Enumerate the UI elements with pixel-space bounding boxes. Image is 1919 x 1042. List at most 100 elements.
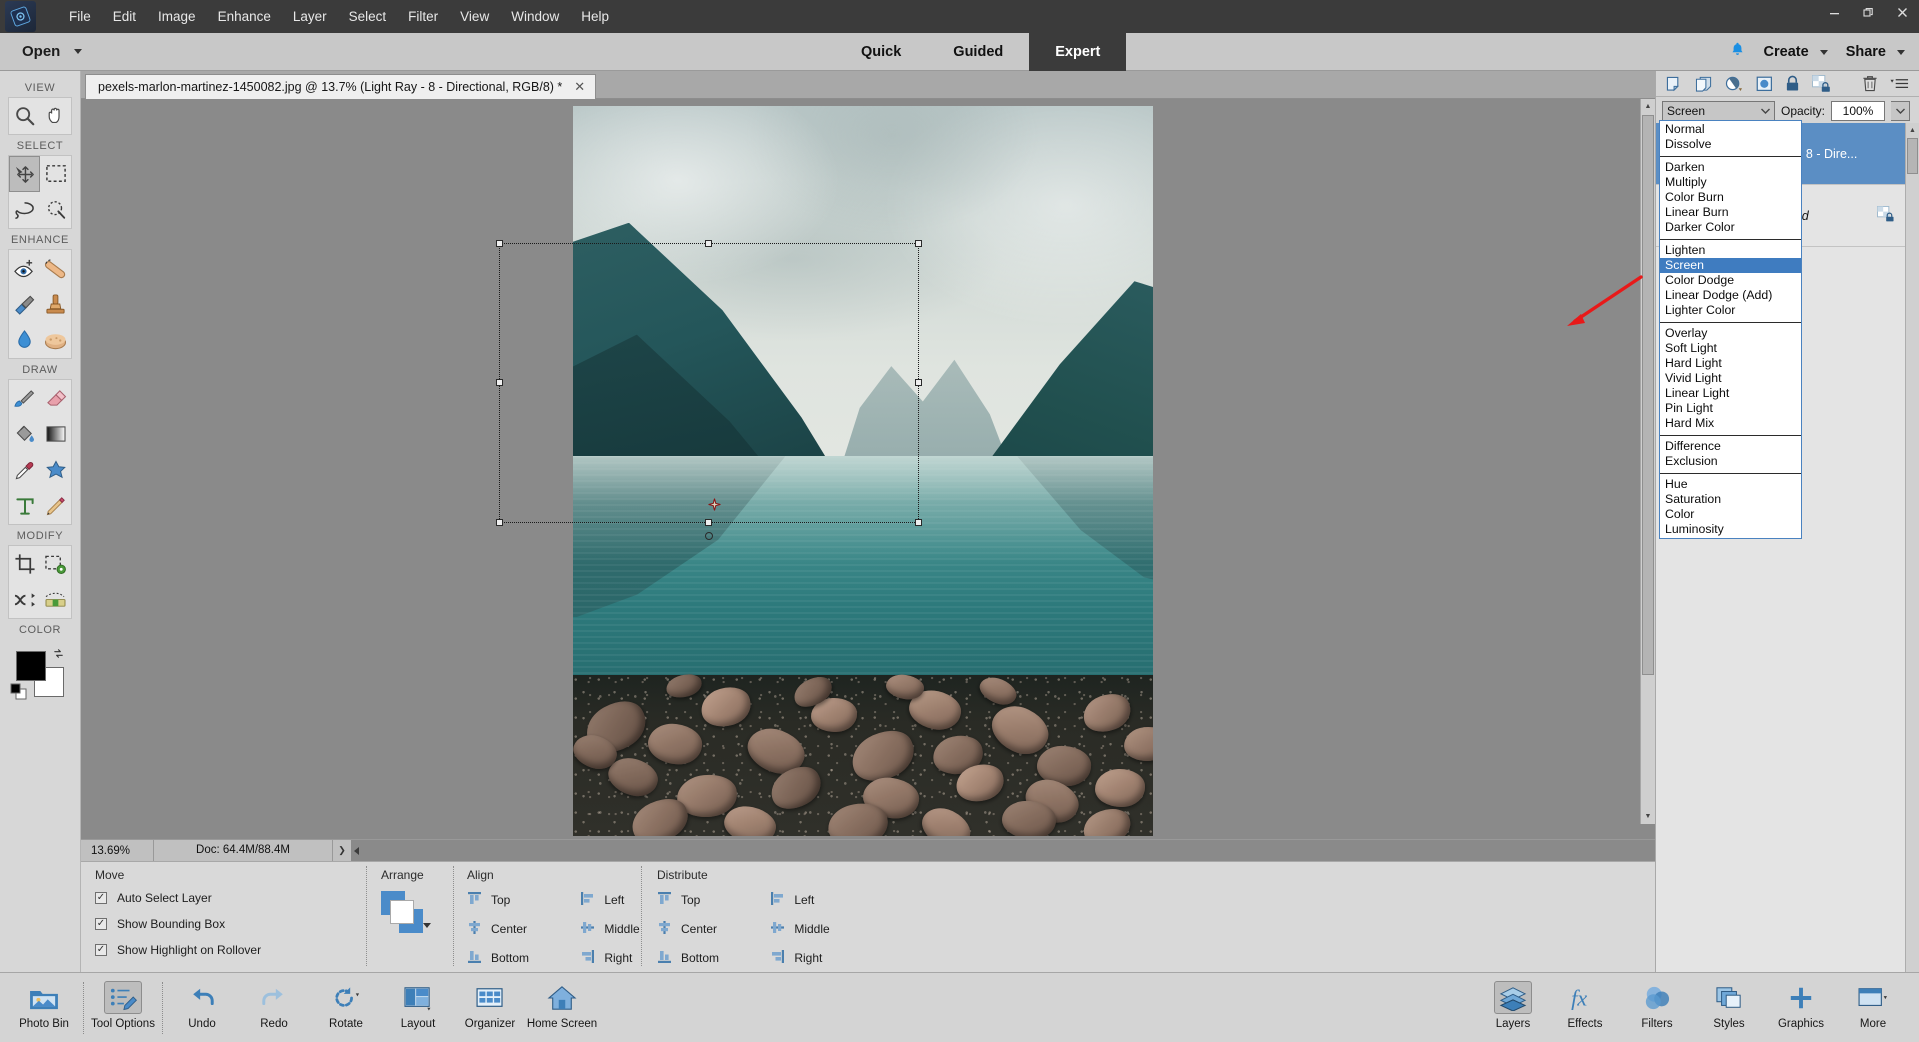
- menu-select[interactable]: Select: [338, 5, 398, 28]
- bell-icon[interactable]: [1729, 41, 1746, 63]
- distribute-center[interactable]: Center: [657, 920, 736, 938]
- clone-stamp-tool[interactable]: [40, 286, 71, 322]
- blend-mode-option-overlay[interactable]: Overlay: [1660, 326, 1801, 341]
- blend-mode-option-linear-dodge-add[interactable]: Linear Dodge (Add): [1660, 288, 1801, 303]
- blend-mode-option-multiply[interactable]: Multiply: [1660, 175, 1801, 190]
- create-button[interactable]: Create: [1764, 44, 1828, 60]
- taskbar-more-button[interactable]: More: [1837, 976, 1909, 1039]
- brush-tool[interactable]: [9, 380, 40, 416]
- layers-scrollbar[interactable]: ▲: [1905, 123, 1919, 972]
- eraser-tool[interactable]: [40, 380, 71, 416]
- red-eye-removal-tool[interactable]: [9, 250, 40, 286]
- taskbar-home-screen-button[interactable]: Home Screen: [526, 976, 598, 1039]
- delete-layer-icon[interactable]: [1862, 75, 1878, 92]
- blend-mode-option-difference[interactable]: Difference: [1660, 439, 1801, 454]
- color-picker-tool[interactable]: [9, 452, 40, 488]
- blend-mode-option-dissolve[interactable]: Dissolve: [1660, 137, 1801, 152]
- open-button[interactable]: Open: [22, 43, 83, 60]
- scroll-down-arrow[interactable]: ▼: [1641, 809, 1655, 824]
- opacity-input[interactable]: 100%: [1831, 101, 1886, 121]
- taskbar-organizer-button[interactable]: Organizer: [454, 976, 526, 1039]
- chevron-down-icon[interactable]: [1757, 103, 1773, 119]
- distribute-right[interactable]: Right: [770, 949, 847, 967]
- lasso-tool[interactable]: [9, 192, 40, 228]
- pencil-tool[interactable]: [40, 488, 71, 524]
- panel-menu-icon[interactable]: [1890, 78, 1909, 90]
- blend-mode-select[interactable]: Screen: [1662, 101, 1775, 121]
- taskbar-rotate-button[interactable]: Rotate: [310, 976, 382, 1039]
- share-button[interactable]: Share: [1846, 44, 1905, 60]
- blend-mode-option-lighter-color[interactable]: Lighter Color: [1660, 303, 1801, 318]
- menu-view[interactable]: View: [449, 5, 500, 28]
- checkbox-row[interactable]: ✓ Auto Select Layer: [95, 891, 315, 905]
- layers-scroll-up[interactable]: ▲: [1906, 123, 1919, 138]
- straighten-tool[interactable]: [40, 582, 71, 618]
- restore-button[interactable]: [1851, 0, 1885, 25]
- blend-mode-option-darker-color[interactable]: Darker Color: [1660, 220, 1801, 235]
- status-expand-icon[interactable]: ❯: [333, 845, 351, 856]
- content-aware-move-tool[interactable]: [9, 582, 40, 618]
- align-bottom[interactable]: Bottom: [467, 949, 546, 967]
- taskbar-undo-button[interactable]: Undo: [166, 976, 238, 1039]
- blur-tool[interactable]: [9, 322, 40, 358]
- sponge-tool[interactable]: [40, 322, 71, 358]
- scroll-thumb[interactable]: [1642, 115, 1654, 675]
- lock-all-icon[interactable]: [1785, 75, 1800, 92]
- gradient-tool[interactable]: [40, 416, 71, 452]
- blend-mode-option-linear-light[interactable]: Linear Light: [1660, 386, 1801, 401]
- blend-mode-option-saturation[interactable]: Saturation: [1660, 492, 1801, 507]
- menu-window[interactable]: Window: [500, 5, 570, 28]
- foreground-color-swatch[interactable]: [16, 651, 46, 681]
- checkbox-show-bounding-box[interactable]: ✓: [95, 918, 107, 930]
- checkbox-auto-select-layer[interactable]: ✓: [95, 892, 107, 904]
- taskbar-layers-button[interactable]: Layers: [1477, 976, 1549, 1039]
- checkbox-show-highlight-on-rollover[interactable]: ✓: [95, 944, 107, 956]
- distribute-left[interactable]: Left: [770, 891, 847, 909]
- distribute-top[interactable]: Top: [657, 891, 736, 909]
- distribute-bottom[interactable]: Bottom: [657, 949, 736, 967]
- taskbar-filters-button[interactable]: Filters: [1621, 976, 1693, 1039]
- blend-mode-option-exclusion[interactable]: Exclusion: [1660, 454, 1801, 469]
- taskbar-effects-button[interactable]: fx Effects: [1549, 976, 1621, 1039]
- blend-mode-option-luminosity[interactable]: Luminosity: [1660, 522, 1801, 537]
- menu-filter[interactable]: Filter: [397, 5, 449, 28]
- blend-mode-option-hard-light[interactable]: Hard Light: [1660, 356, 1801, 371]
- taskbar-styles-button[interactable]: Styles: [1693, 976, 1765, 1039]
- handle-bottom-left[interactable]: [496, 519, 503, 526]
- adjustment-layer-icon[interactable]: [1725, 76, 1744, 92]
- canvas-vertical-scrollbar[interactable]: ▲ ▼: [1640, 99, 1655, 824]
- menu-file[interactable]: File: [58, 5, 102, 28]
- custom-shape-tool[interactable]: [40, 452, 71, 488]
- taskbar-layout-button[interactable]: Layout: [382, 976, 454, 1039]
- layer-mask-icon[interactable]: [1756, 76, 1773, 92]
- crop-tool[interactable]: [9, 546, 40, 582]
- handle-middle-left[interactable]: [496, 379, 503, 386]
- checkbox-row[interactable]: ✓ Show Highlight on Rollover: [95, 943, 315, 957]
- spot-healing-brush-tool[interactable]: [40, 250, 71, 286]
- blend-mode-option-vivid-light[interactable]: Vivid Light: [1660, 371, 1801, 386]
- menu-image[interactable]: Image: [147, 5, 207, 28]
- blend-mode-option-linear-burn[interactable]: Linear Burn: [1660, 205, 1801, 220]
- blend-mode-option-pin-light[interactable]: Pin Light: [1660, 401, 1801, 416]
- menu-layer[interactable]: Layer: [282, 5, 338, 28]
- mode-tab-guided[interactable]: Guided: [927, 33, 1029, 71]
- blend-mode-option-normal[interactable]: Normal: [1660, 122, 1801, 137]
- blend-mode-option-hue[interactable]: Hue: [1660, 477, 1801, 492]
- arrange-button[interactable]: [381, 891, 435, 939]
- blend-mode-option-screen[interactable]: Screen: [1660, 258, 1801, 273]
- mode-tab-quick[interactable]: Quick: [835, 33, 927, 71]
- align-top[interactable]: Top: [467, 891, 546, 909]
- zoom-level[interactable]: 13.69%: [81, 845, 153, 857]
- handle-top-left[interactable]: [496, 240, 503, 247]
- align-middle[interactable]: Middle: [580, 920, 657, 938]
- new-layer-icon[interactable]: [1666, 76, 1683, 92]
- blend-mode-option-color[interactable]: Color: [1660, 507, 1801, 522]
- layers-scroll-thumb[interactable]: [1907, 138, 1918, 174]
- document-tab[interactable]: pexels-marlon-martinez-1450082.jpg @ 13.…: [85, 74, 597, 99]
- mode-tab-expert[interactable]: Expert: [1029, 33, 1127, 71]
- recompose-tool[interactable]: [40, 546, 71, 582]
- blend-mode-option-color-dodge[interactable]: Color Dodge: [1660, 273, 1801, 288]
- blend-mode-option-color-burn[interactable]: Color Burn: [1660, 190, 1801, 205]
- close-button[interactable]: [1885, 0, 1919, 25]
- taskbar-tool-options-button[interactable]: Tool Options: [87, 976, 159, 1039]
